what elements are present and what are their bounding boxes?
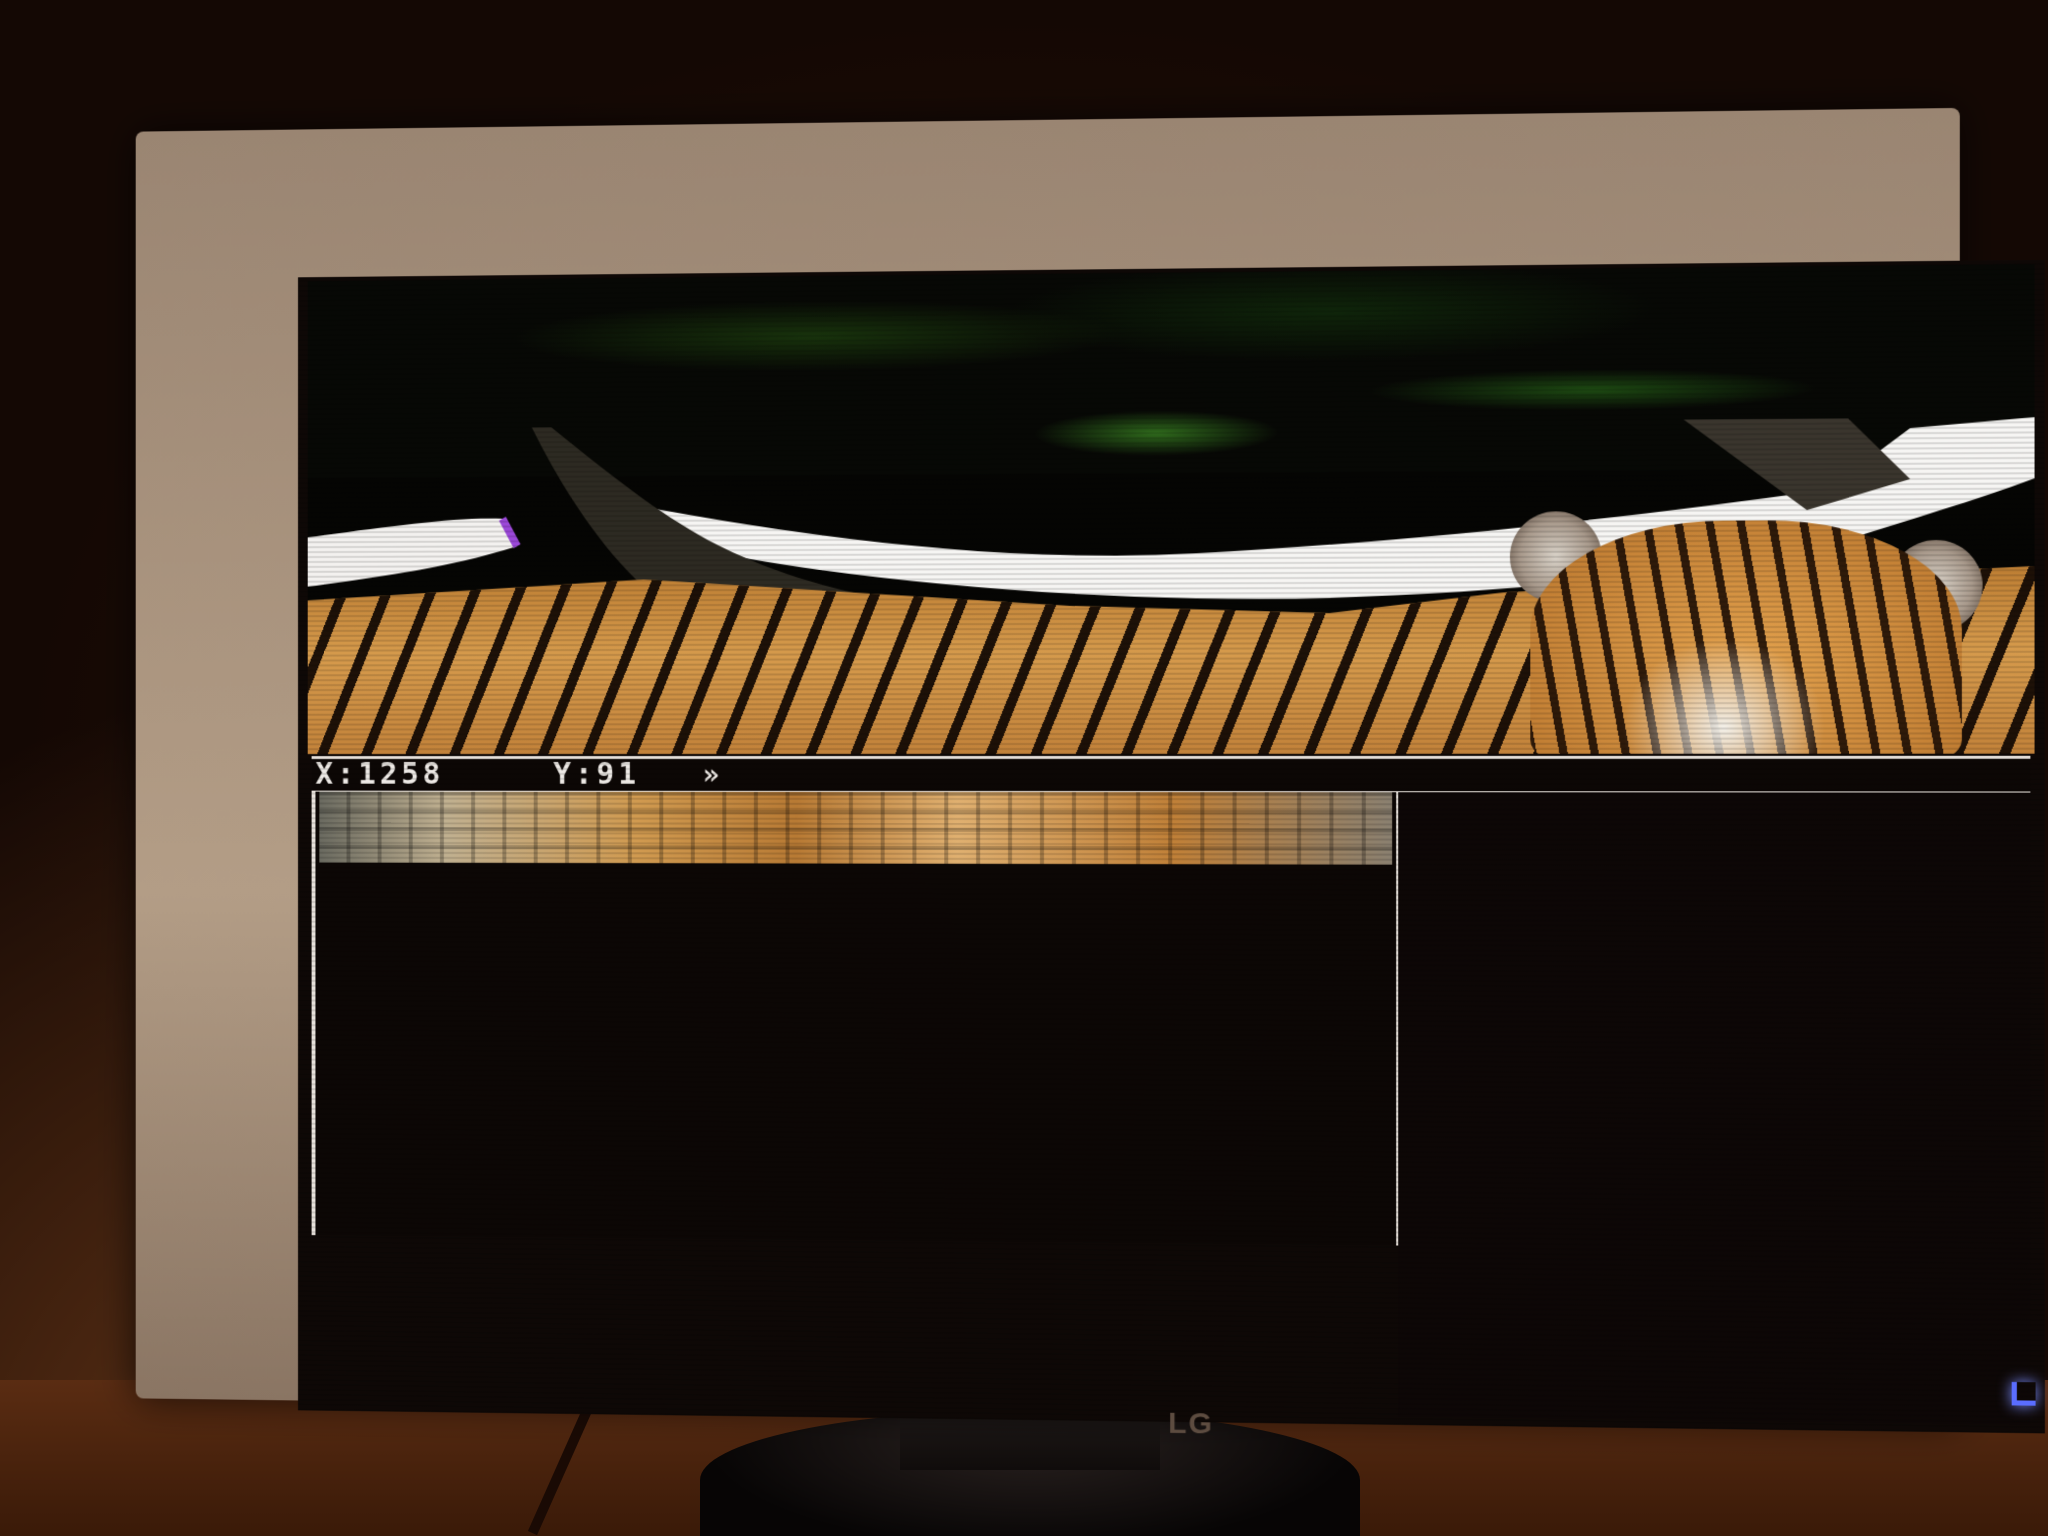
zoomed-pixel-strip [319, 791, 1393, 865]
x-coordinate-readout: X:1258 [315, 757, 445, 792]
empty-side-panel [1398, 792, 2031, 1426]
y-coordinate-readout: Y:91 [553, 757, 640, 792]
tiger-picture [307, 264, 2035, 755]
coordinate-status-bar: X:1258 Y:91 » [311, 755, 2031, 795]
monitor-screen: X:1258 Y:91 » [298, 259, 2045, 1434]
lg-logo: LG [1168, 1406, 1215, 1441]
monitor-bezel: X:1258 Y:91 » LG [135, 107, 2045, 1440]
power-led-icon [2011, 1381, 2036, 1406]
tiger-head [1530, 519, 1962, 755]
zoom-view-panel[interactable] [311, 791, 1401, 1246]
double-arrow-icon[interactable]: » [703, 758, 720, 791]
